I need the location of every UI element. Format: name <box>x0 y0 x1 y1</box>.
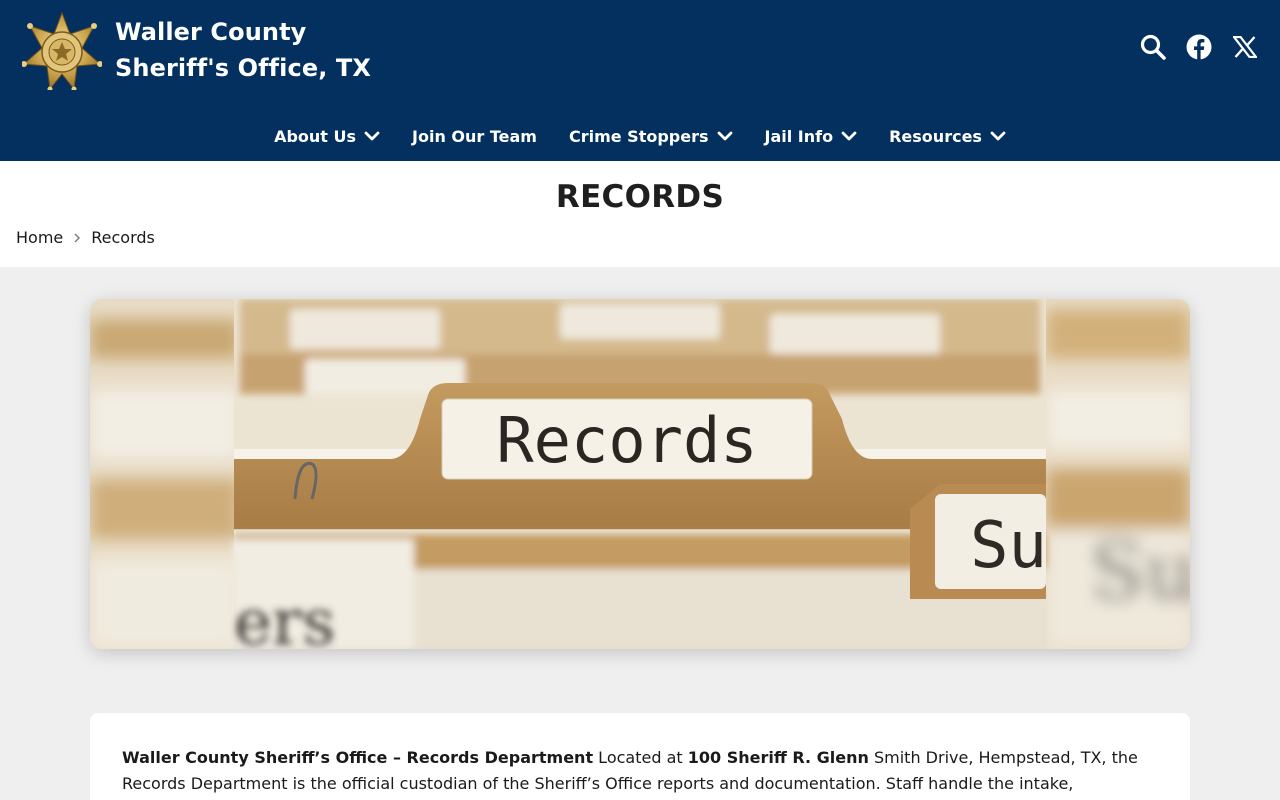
chevron-down-icon <box>717 131 732 141</box>
chevron-down-icon <box>364 131 380 141</box>
nav-item-about-us[interactable]: About Us <box>258 112 396 160</box>
intro-paragraph: Waller County Sheriff’s Office – Records… <box>122 745 1158 797</box>
hero-tab-label: Records <box>496 404 757 477</box>
nav-item-resources[interactable]: Resources <box>873 112 1022 160</box>
content-card: Waller County Sheriff’s Office – Records… <box>90 713 1190 800</box>
nav-item-label: Join Our Team <box>412 126 537 146</box>
nav-item-label: Resources <box>889 126 982 146</box>
site-title: Waller County Sheriff's Office, TX <box>115 14 371 86</box>
chevron-down-icon <box>990 131 1006 141</box>
nav-item-jail-info[interactable]: Jail Info <box>749 112 874 160</box>
page-title-band: RECORDS Home Records <box>0 161 1280 267</box>
site-title-line2: Sheriff's Office, TX <box>115 54 371 82</box>
nav-item-label: Crime Stoppers <box>568 126 709 146</box>
hero-tab-label-bottom: ers <box>234 586 335 649</box>
site-title-line1: Waller County <box>115 18 307 46</box>
breadcrumb-home-link[interactable]: Home <box>16 228 63 247</box>
search-icon[interactable] <box>1138 32 1168 62</box>
main-nav: About Us Join Our Team Crime Stoppers Ja… <box>0 112 1280 160</box>
chevron-down-icon <box>841 131 857 141</box>
chevron-right-icon <box>74 233 81 242</box>
header-icons <box>1122 32 1260 62</box>
nav-item-join-our-team[interactable]: Join Our Team <box>396 112 553 160</box>
nav-item-label: Jail Info <box>764 126 834 146</box>
page-title: RECORDS <box>555 179 725 215</box>
site-brand[interactable]: Waller County Sheriff's Office, TX <box>22 12 371 90</box>
records-file-folders-image: Su Records ers Su <box>90 299 1190 649</box>
address-bold: 100 Sheriff R. Glenn <box>687 748 869 767</box>
nav-item-label: About Us <box>274 126 357 146</box>
site-header: Waller County Sheriff's Office, TX About… <box>0 0 1280 161</box>
x-twitter-icon[interactable] <box>1230 32 1260 62</box>
nav-item-crime-stoppers[interactable]: Crime Stoppers <box>553 112 749 160</box>
hero-image: Su Records ers Su <box>90 299 1190 649</box>
intro-text-1: Located at <box>593 748 688 767</box>
intro-bold: Waller County Sheriff’s Office – Records… <box>122 748 594 767</box>
sheriff-star-badge-icon <box>22 12 102 90</box>
facebook-icon[interactable] <box>1184 32 1214 62</box>
breadcrumb-current: Records <box>91 228 155 247</box>
hero-tab-label-right: Su <box>970 509 1047 583</box>
breadcrumb: Home Records <box>16 228 155 247</box>
svg-text:Su: Su <box>1090 525 1190 618</box>
